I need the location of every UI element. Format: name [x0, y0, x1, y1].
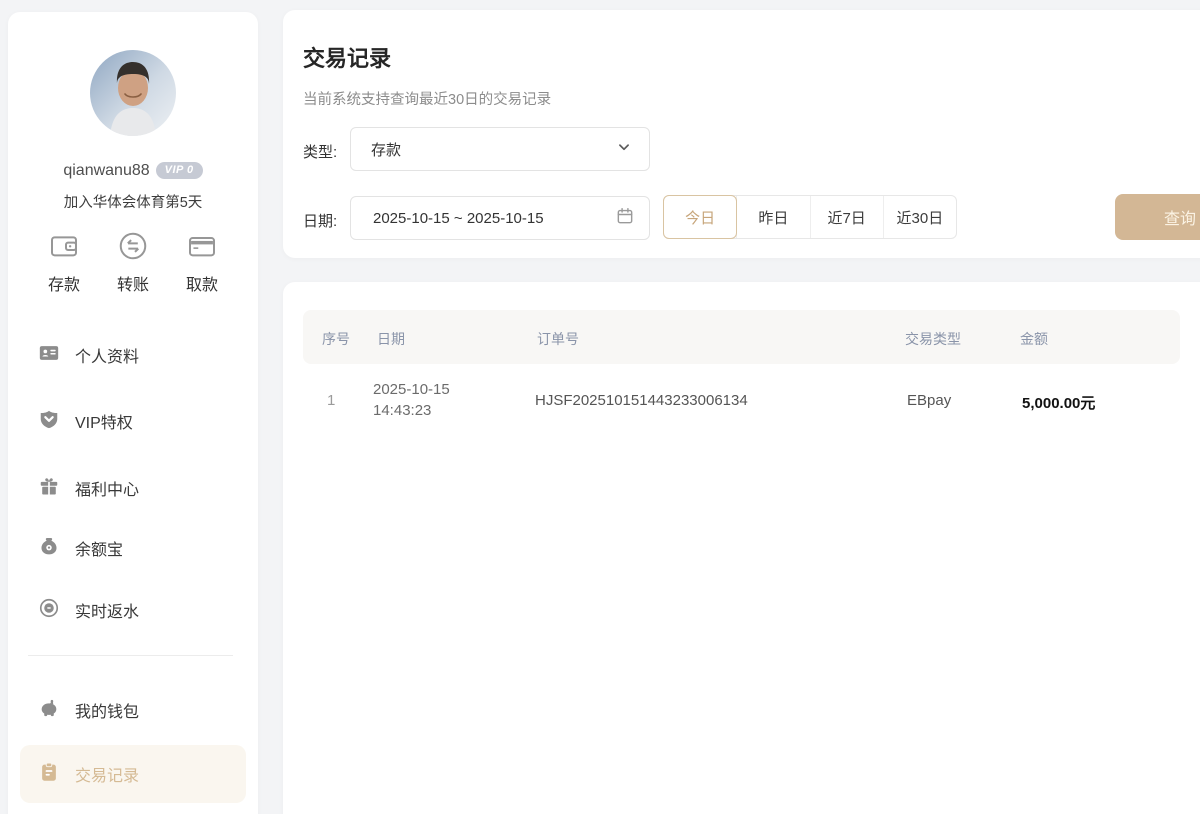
- order-list-icon: [38, 761, 60, 788]
- sidebar-item-rebate[interactable]: 实时返水: [38, 590, 139, 630]
- row-date: 2025-10-15: [373, 379, 450, 400]
- sidebar: qianwanu88 VIP 0 加入华体会体育第5天 存款 转账: [8, 12, 258, 814]
- sidebar-item-transactions[interactable]: 交易记录: [20, 745, 246, 803]
- piggy-bank-icon: [38, 697, 60, 724]
- type-label: 类型:: [303, 141, 337, 162]
- range-today-button[interactable]: 今日: [663, 195, 737, 239]
- chevron-down-icon: [615, 138, 633, 161]
- deposit-action[interactable]: 存款: [32, 230, 96, 295]
- calendar-icon: [615, 206, 635, 231]
- sidebar-item-label: VIP特权: [75, 409, 133, 433]
- sidebar-item-label: 余额宝: [75, 536, 123, 560]
- row-datetime: 2025-10-15 14:43:23: [373, 379, 450, 421]
- sidebar-item-label: 交易记录: [75, 762, 139, 786]
- range-yesterday-button[interactable]: 昨日: [736, 196, 809, 238]
- page-title: 交易记录: [303, 41, 391, 73]
- row-order-number: HJSF202510151443233006134: [535, 392, 748, 409]
- sidebar-item-vip[interactable]: VIP特权: [38, 401, 133, 441]
- range-7days-button[interactable]: 近7日: [810, 196, 883, 238]
- row-seq: 1: [327, 392, 335, 409]
- gift-icon: [38, 475, 60, 502]
- avatar-image: [90, 50, 176, 136]
- sidebar-item-welfare[interactable]: 福利中心: [38, 468, 139, 508]
- type-select-value: 存款: [371, 139, 615, 160]
- sidebar-item-label: 实时返水: [75, 598, 139, 622]
- vip-badge: VIP 0: [156, 162, 203, 179]
- row-time: 14:43:23: [373, 400, 450, 421]
- sidebar-item-wallet[interactable]: 我的钱包: [38, 690, 139, 730]
- date-range-value: 2025-10-15 ~ 2025-10-15: [373, 210, 615, 227]
- page-subtitle: 当前系统支持查询最近30日的交易记录: [303, 88, 551, 109]
- withdraw-label: 取款: [186, 271, 218, 295]
- date-range-input[interactable]: 2025-10-15 ~ 2025-10-15: [350, 196, 650, 240]
- sidebar-item-label: 我的钱包: [75, 698, 139, 722]
- search-button[interactable]: 查询: [1115, 194, 1200, 240]
- table-header-row: 序号 日期 订单号 交易类型 金额: [303, 310, 1180, 364]
- avatar[interactable]: [90, 50, 176, 136]
- coin-icon: [38, 597, 60, 624]
- filter-panel: 交易记录 当前系统支持查询最近30日的交易记录 类型: 存款 日期: 2025-…: [283, 10, 1200, 258]
- user-row: qianwanu88 VIP 0: [8, 162, 258, 180]
- sidebar-item-profile[interactable]: 个人资料: [38, 335, 139, 375]
- range-30days-button[interactable]: 近30日: [883, 196, 956, 238]
- date-range-group: 今日 昨日 近7日 近30日: [663, 195, 957, 239]
- row-transaction-type: EBpay: [907, 392, 951, 409]
- money-bag-icon: [38, 535, 60, 562]
- vip-shield-icon: [38, 408, 60, 435]
- wallet-icon: [48, 230, 80, 262]
- sidebar-item-yuebao[interactable]: 余额宝: [38, 528, 123, 568]
- col-header-amount: 金额: [1020, 329, 1048, 349]
- transfer-label: 转账: [117, 271, 149, 295]
- type-select[interactable]: 存款: [350, 127, 650, 171]
- bank-card-icon: [186, 230, 218, 262]
- date-label: 日期:: [303, 210, 337, 231]
- col-header-seq: 序号: [322, 329, 350, 349]
- row-amount: 5,000.00元: [1022, 392, 1095, 413]
- sidebar-item-label: 福利中心: [75, 476, 139, 500]
- col-header-type: 交易类型: [905, 329, 961, 349]
- col-header-date: 日期: [377, 329, 405, 349]
- transactions-panel: 序号 日期 订单号 交易类型 金额 1 2025-10-15 14:43:23 …: [283, 282, 1200, 814]
- username: qianwanu88: [63, 162, 149, 179]
- col-header-order: 订单号: [537, 329, 579, 349]
- transfer-icon: [117, 230, 149, 262]
- id-card-icon: [38, 342, 60, 369]
- sidebar-divider: [28, 655, 233, 656]
- deposit-label: 存款: [48, 271, 80, 295]
- quick-actions: 存款 转账 取款: [8, 230, 258, 295]
- join-days-text: 加入华体会体育第5天: [8, 191, 258, 212]
- transfer-action[interactable]: 转账: [101, 230, 165, 295]
- withdraw-action[interactable]: 取款: [170, 230, 234, 295]
- sidebar-item-label: 个人资料: [75, 343, 139, 367]
